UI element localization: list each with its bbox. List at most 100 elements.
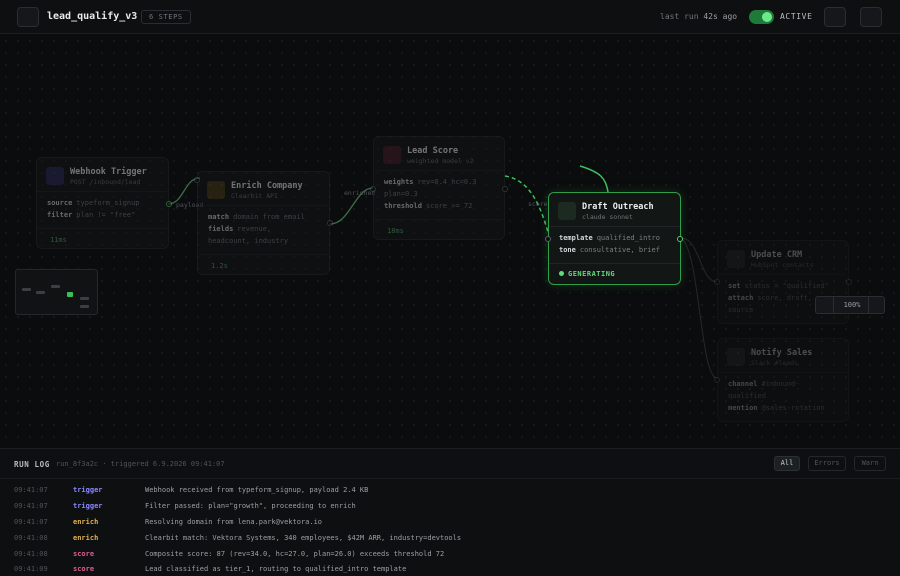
steps-badge: 6 STEPS	[141, 10, 191, 24]
input-port[interactable]	[194, 177, 200, 183]
node-subtitle: claude sonnet	[582, 213, 633, 221]
log-row: 09:41:08 score Composite score: 87 (rev=…	[14, 550, 445, 558]
node-title: Lead Score	[407, 146, 459, 156]
node-timing: 1.2s	[211, 262, 228, 270]
node-divider	[718, 372, 848, 373]
node-divider	[718, 274, 848, 275]
zoom-control: 100%	[815, 296, 885, 314]
last-run-status: last run 42s ago	[660, 12, 737, 21]
node-field: fields revenue,	[208, 225, 272, 233]
node-divider	[37, 228, 168, 229]
filter-all-button[interactable]: All	[774, 456, 800, 471]
node-field: plan=0.3	[384, 190, 418, 198]
input-port[interactable]	[714, 279, 720, 285]
input-port[interactable]	[545, 236, 551, 242]
notify-icon	[727, 348, 745, 366]
generating-status: GENERATING	[559, 270, 615, 278]
node-field: headcount, industry	[208, 237, 289, 245]
node-field: filter plan != "free"	[47, 211, 136, 219]
edge-label-score: score	[528, 200, 548, 208]
more-icon[interactable]	[860, 7, 882, 27]
node-field: qualified	[728, 392, 766, 400]
settings-icon[interactable]	[824, 7, 846, 27]
node-subtitle: weighted model v2	[407, 157, 474, 165]
minimap-node	[80, 297, 89, 300]
node-field: match domain from email	[208, 213, 305, 221]
node-field: tone consultative, brief	[559, 246, 660, 254]
node-timing: 18ms	[387, 227, 404, 235]
top-bar: lead_qualify_v3 6 STEPS last run 42s ago…	[0, 0, 900, 34]
node-field: threshold score >= 72	[384, 202, 473, 210]
output-port[interactable]	[502, 186, 508, 192]
node-draft-outreach[interactable]: Draft Outreach claude sonnet template qua…	[545, 192, 683, 285]
node-divider	[549, 226, 680, 227]
filter-errors-button[interactable]: Errors	[808, 456, 846, 471]
log-row: 09:41:07 trigger Filter passed: plan="gr…	[14, 502, 356, 510]
zoom-out-button[interactable]	[816, 297, 834, 313]
node-subtitle: Clearbit API	[231, 192, 278, 200]
last-run-value: 42s ago	[703, 12, 738, 21]
node-lead-score[interactable]: Lead Score weighted model v2 weights rev=…	[370, 136, 508, 240]
active-label: ACTIVE	[780, 12, 813, 21]
toggle-knob	[762, 12, 772, 22]
node-title: Notify Sales	[751, 348, 813, 358]
node-title: Draft Outreach	[582, 202, 654, 212]
node-field: set status = "qualified"	[728, 282, 829, 290]
node-field: attach score, draft,	[728, 294, 813, 302]
minimap-node	[36, 291, 45, 294]
log-row: 09:41:07 enrich Resolving domain from le…	[14, 518, 323, 526]
active-toggle[interactable]	[749, 10, 774, 24]
log-row: 09:41:09 score Lead classified as tier_1…	[14, 565, 407, 573]
node-field: channel #inbound-	[728, 380, 800, 388]
input-port[interactable]	[714, 377, 720, 383]
node-field: source	[728, 306, 754, 314]
minimap-node	[80, 305, 89, 308]
zoom-in-button[interactable]	[868, 297, 885, 313]
draft-icon	[558, 202, 576, 220]
node-title: Update CRM	[751, 250, 803, 260]
output-port[interactable]	[677, 236, 683, 242]
node-title: Webhook Trigger	[70, 167, 147, 177]
minimap-active-node	[67, 292, 73, 297]
node-title: Enrich Company	[231, 181, 303, 191]
enrich-icon	[207, 181, 225, 199]
node-webhook-trigger[interactable]: Webhook Trigger POST /inbound/lead sourc…	[36, 157, 172, 249]
node-divider	[549, 263, 680, 264]
input-port[interactable]	[370, 186, 376, 192]
back-icon[interactable]	[17, 7, 39, 27]
run-log-divider	[0, 478, 900, 479]
node-divider	[374, 170, 504, 171]
zoom-level: 100%	[843, 301, 861, 309]
node-field: template qualified_intro	[559, 234, 660, 242]
run-log-meta: run_8f3a2c · triggered 6.9.2026 09:41:07	[56, 460, 225, 468]
score-icon	[383, 146, 401, 164]
run-log-panel: RUN LOG run_8f3a2c · triggered 6.9.2026 …	[0, 448, 900, 576]
node-subtitle: Slack #leads	[751, 359, 798, 367]
node-field: mention @sales-rotation	[728, 404, 825, 412]
log-row: 09:41:07 trigger Webhook received from t…	[14, 486, 369, 494]
last-run-label: last run	[660, 12, 699, 21]
node-enrich-company[interactable]: Enrich Company Clearbit API match domain …	[194, 171, 333, 275]
node-timing: 11ms	[50, 236, 67, 244]
output-port[interactable]	[327, 220, 333, 226]
node-divider	[198, 254, 329, 255]
output-port[interactable]	[846, 279, 852, 285]
workflow-title[interactable]: lead_qualify_v3	[47, 11, 137, 22]
status-dot	[559, 271, 564, 276]
node-divider	[37, 191, 168, 192]
filter-warn-button[interactable]: Warn	[854, 456, 886, 471]
node-field: source typeform_signup	[47, 199, 140, 207]
node-subtitle: POST /inbound/lead	[70, 178, 141, 186]
node-notify-sales[interactable]: Notify Sales Slack #leads channel #inboun…	[714, 338, 849, 422]
node-subtitle: HubSpot contacts	[751, 261, 814, 269]
output-port[interactable]	[166, 201, 172, 207]
node-divider	[198, 205, 329, 206]
minimap-node	[22, 288, 31, 291]
node-divider	[374, 219, 504, 220]
crm-icon	[727, 250, 745, 268]
log-row: 09:41:08 enrich Clearbit match: Vektora …	[14, 534, 462, 542]
run-log-title: RUN LOG	[14, 460, 50, 469]
node-field: weights rev=0.4 hc=0.3	[384, 178, 477, 186]
minimap-node	[51, 285, 60, 288]
minimap[interactable]	[15, 269, 98, 315]
